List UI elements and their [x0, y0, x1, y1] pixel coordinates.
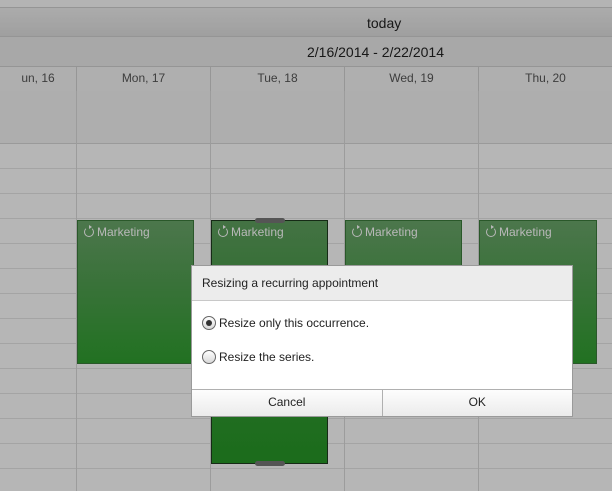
option-label: Resize the series.: [219, 350, 315, 364]
dialog-title: Resizing a recurring appointment: [192, 266, 572, 301]
recurring-resize-dialog: Resizing a recurring appointment Resize …: [191, 265, 573, 417]
option-label: Resize only this occurrence.: [219, 316, 370, 330]
dialog-buttons: Cancel OK: [192, 389, 572, 416]
dialog-body: Resize only this occurrence. Resize the …: [192, 301, 572, 367]
ok-button[interactable]: OK: [381, 390, 572, 416]
option-resize-series[interactable]: Resize the series.: [202, 347, 562, 367]
radio-resize-occurrence[interactable]: [202, 316, 216, 330]
option-resize-occurrence[interactable]: Resize only this occurrence.: [202, 313, 562, 333]
cancel-button[interactable]: Cancel: [192, 390, 382, 416]
modal-overlay: [0, 0, 612, 491]
radio-resize-series[interactable]: [202, 350, 216, 364]
